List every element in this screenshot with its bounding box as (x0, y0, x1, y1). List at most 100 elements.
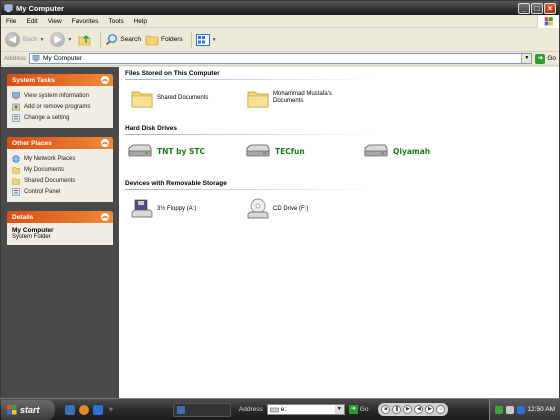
cd-drive-icon (247, 198, 269, 219)
place-label: Shared Documents (24, 177, 76, 184)
window-title: My Computer (16, 3, 64, 13)
toolbar-divider (190, 31, 192, 48)
section-title-files: Files Stored on This Computer (125, 70, 220, 77)
media-controls: ■ ❚ ▶ ◀ ▶ ♪ (378, 403, 449, 416)
place-label: My Documents (24, 166, 65, 173)
drive-tnt-by-stc[interactable]: TNT by STC (127, 143, 205, 159)
pause-icon[interactable]: ❚ (392, 405, 402, 414)
menu-help[interactable]: Help (129, 18, 152, 25)
menu-edit[interactable]: Edit (21, 18, 42, 25)
system-tasks-title: System Tasks (12, 76, 55, 84)
search-label: Search (120, 36, 141, 43)
mute-icon[interactable]: ♪ (436, 405, 446, 414)
clock[interactable]: 12:50 AM (528, 406, 555, 413)
next-icon[interactable]: ▶ (425, 405, 435, 414)
folder-icon (12, 177, 20, 185)
taskbar-address-dropdown[interactable]: ▼ (334, 405, 344, 414)
views-button[interactable]: ▼ (195, 33, 219, 46)
close-button[interactable]: × (544, 2, 556, 14)
place-control-panel[interactable]: Control Panel (12, 186, 108, 197)
forward-button[interactable]: ▶ ▼ (50, 32, 74, 47)
drive-qiyamah[interactable]: Qiyamah (363, 143, 430, 159)
windows-flag-icon (7, 404, 17, 414)
go-label: Go (547, 55, 556, 62)
title-bar[interactable]: My Computer _ □ × (1, 1, 559, 15)
search-button[interactable]: Search (105, 33, 141, 46)
explorer-window: My Computer _ □ × File Edit View Favorit… (0, 0, 560, 398)
place-my-network-places[interactable]: My Network Places (12, 153, 108, 164)
maximize-button[interactable]: □ (531, 2, 543, 14)
quick-launch: » (65, 404, 113, 415)
internet-explorer-icon[interactable] (65, 404, 75, 415)
window-icon (176, 405, 185, 414)
place-shared-documents[interactable]: Shared Documents (12, 175, 108, 186)
item-label: CD Drive (F:) (273, 205, 309, 212)
details-header[interactable]: Details ︽ (7, 211, 113, 223)
place-my-documents[interactable]: My Documents (12, 164, 108, 175)
floppy-drive[interactable]: 3½ Floppy (A:) (131, 198, 196, 220)
security-icon[interactable] (516, 405, 525, 414)
system-tray: 12:50 AM (488, 398, 560, 420)
task-label: Add or remove programs (24, 103, 91, 110)
collapse-chevron-icon[interactable]: ︽ (101, 139, 109, 147)
start-button[interactable]: start (1, 399, 55, 420)
taskbar-window-button[interactable] (172, 402, 231, 417)
stop-icon[interactable]: ■ (381, 405, 391, 414)
file-list: Files Stored on This Computer Shared Doc… (119, 67, 559, 398)
back-button[interactable]: ◀ Back ▼ (5, 32, 46, 47)
floppy-drive-icon (131, 199, 153, 218)
menu-favorites[interactable]: Favorites (67, 18, 104, 25)
menu-file[interactable]: File (1, 18, 21, 25)
folder-icon (247, 91, 269, 108)
taskbar-address-input[interactable]: e: ▼ (266, 404, 345, 415)
section-title-removable: Devices with Removable Storage (125, 180, 227, 187)
play-icon[interactable]: ▶ (403, 405, 413, 414)
address-dropdown-button[interactable]: ▼ (521, 54, 532, 63)
system-info-icon (12, 91, 20, 99)
media-player-icon[interactable] (93, 404, 103, 415)
back-arrow-icon: ◀ (5, 32, 20, 47)
folders-label: Folders (160, 36, 183, 43)
minimize-button[interactable]: _ (518, 2, 530, 14)
user-documents-folder[interactable]: Mohammad Mustafa's Documents (247, 88, 343, 108)
network-icon[interactable] (494, 405, 503, 414)
system-tasks-header[interactable]: System Tasks ︽ (7, 74, 113, 86)
menu-tools[interactable]: Tools (103, 18, 128, 25)
volume-icon[interactable] (505, 405, 514, 414)
my-computer-icon (4, 4, 13, 12)
previous-icon[interactable]: ◀ (414, 405, 424, 414)
address-input[interactable]: My Computer ▼ (29, 53, 533, 64)
firefox-icon[interactable] (79, 404, 89, 415)
go-button[interactable]: ➜ Go (535, 53, 556, 64)
cd-drive[interactable]: CD Drive (F:) (247, 198, 308, 220)
drive-tecfun[interactable]: TECfun (245, 143, 305, 159)
task-add-remove-programs[interactable]: Add or remove programs (12, 101, 108, 112)
explorer-body: System Tasks ︽ View system information A… (1, 67, 559, 398)
item-label: TNT by STC (157, 146, 206, 156)
taskbar-go-label: Go (359, 406, 369, 413)
task-change-setting[interactable]: Change a setting (12, 112, 108, 123)
shared-documents-folder[interactable]: Shared Documents (131, 88, 208, 108)
task-view-system-information[interactable]: View system information (12, 90, 108, 101)
removable-row: 3½ Floppy (A:) CD Drive (F:) (125, 192, 553, 234)
hard-drive-icon (128, 144, 152, 157)
item-label: Shared Documents (157, 94, 209, 101)
forward-arrow-icon: ▶ (50, 32, 66, 47)
menu-view[interactable]: View (43, 18, 67, 25)
go-arrow-icon: ➜ (348, 405, 358, 414)
collapse-chevron-icon[interactable]: ︽ (101, 213, 109, 221)
taskbar-address-toolbar: Address e: ▼ ➜ Go (239, 404, 369, 415)
add-remove-programs-icon (12, 103, 20, 110)
taskbar-go-button[interactable]: ➜ Go (348, 405, 369, 414)
section-divider (125, 79, 485, 80)
start-label: start (20, 404, 40, 415)
control-panel-icon (12, 113, 20, 122)
chevron-right-icon[interactable]: » (109, 406, 113, 413)
up-folder-button[interactable] (78, 33, 92, 47)
other-places-header[interactable]: Other Places ︽ (7, 137, 113, 149)
folders-button[interactable]: Folders (145, 34, 183, 46)
item-label: TECfun (275, 146, 305, 156)
system-tasks-panel: System Tasks ︽ View system information A… (7, 74, 113, 128)
collapse-chevron-icon[interactable]: ︽ (101, 76, 109, 84)
folder-icon (131, 91, 153, 108)
